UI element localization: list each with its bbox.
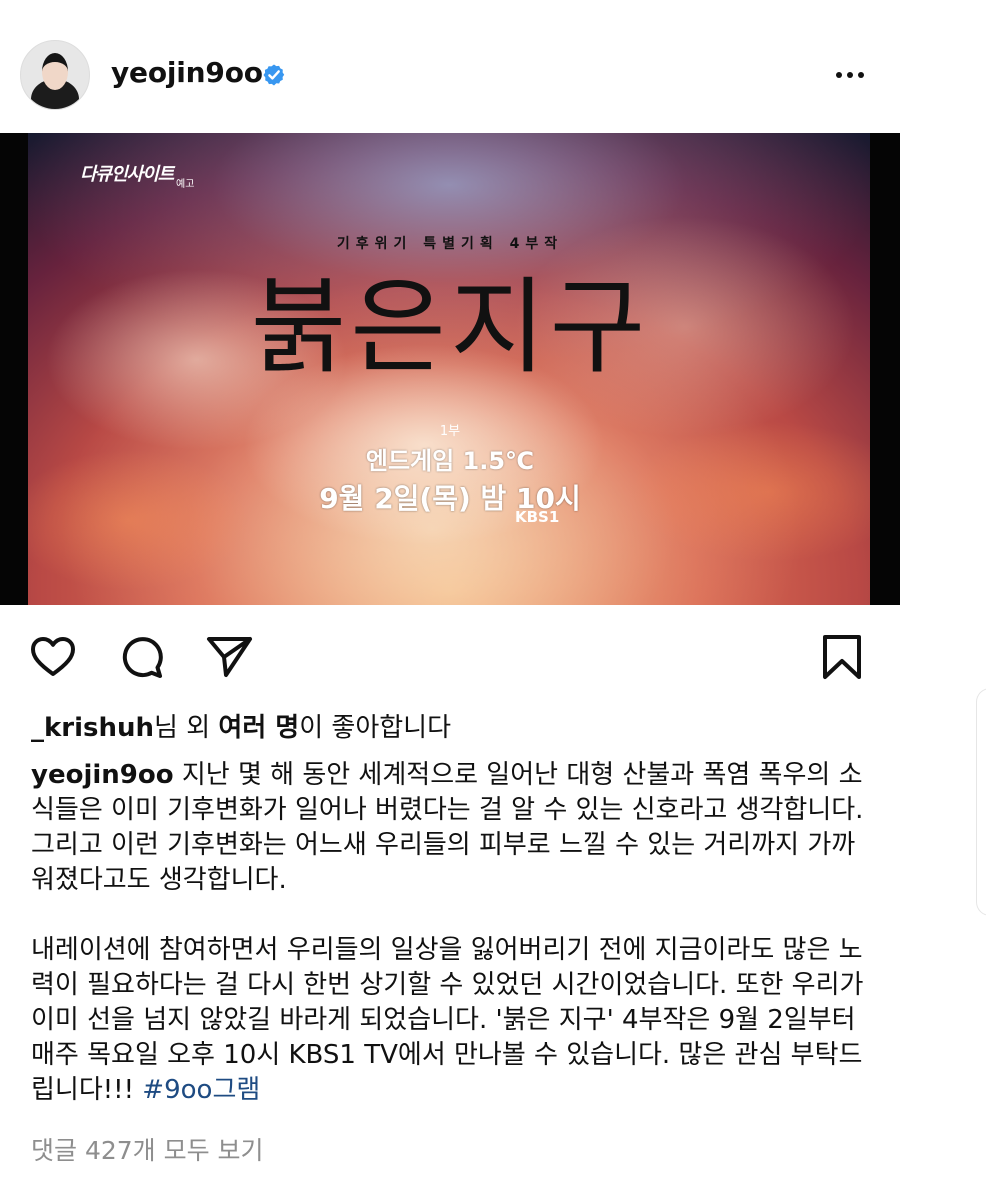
post-caption: yeojin9oo 지난 몇 해 동안 세계적으로 일어난 대형 산불과 폭염 … [31, 758, 876, 1108]
likes-count-text[interactable]: 여러 명 [218, 713, 299, 743]
program-logo-suffix: 예고 [176, 179, 195, 190]
verified-badge-icon [262, 63, 286, 87]
likes-tail-text: 이 좋아합니다 [299, 713, 452, 743]
network-logo: KBS1 [515, 508, 560, 526]
caption-text: 지난 몇 해 동안 세계적으로 일어난 대형 산불과 폭염 폭우의 소식들은 이… [31, 760, 864, 1105]
avatar-head [42, 53, 68, 90]
post-image[interactable]: 다큐인사이트 예고 기후위기 특별기획 4부작 붉은지구 1부 엔드게임 1.5… [0, 133, 900, 605]
likes-summary[interactable]: _krishuh님 외 여러 명이 좋아합니다 [31, 710, 451, 746]
avatar[interactable] [20, 40, 90, 110]
post-actions [0, 630, 900, 688]
save-button[interactable] [815, 630, 869, 684]
bookmark-icon [815, 630, 869, 684]
side-panel-edge [976, 688, 986, 916]
username[interactable]: yeojin9oo [111, 56, 263, 89]
post-header: yeojin9oo [0, 0, 900, 133]
more-options-icon[interactable] [826, 58, 874, 92]
caption-author[interactable]: yeojin9oo [31, 760, 174, 790]
episode-title: 엔드게임 1.5℃ [365, 447, 535, 475]
share-button[interactable] [202, 630, 256, 684]
documentary-title: 붉은지구 [250, 266, 650, 388]
view-comments-link[interactable]: 댓글 427개 모두 보기 [31, 1131, 264, 1167]
episode-number: 1부 [439, 424, 461, 439]
paper-plane-icon [202, 630, 256, 684]
hashtag-link[interactable]: #9oo그램 [142, 1075, 260, 1105]
like-button[interactable] [26, 630, 80, 684]
comment-button[interactable] [114, 630, 168, 684]
special-project-subtitle: 기후위기 특별기획 4부작 [336, 236, 564, 252]
comment-bubble-icon [114, 630, 168, 684]
likes-middle-text: 님 외 [154, 713, 219, 743]
liked-by-user[interactable]: _krishuh [31, 713, 154, 743]
air-time: 9월 2일(목) 밤 10시 [319, 482, 581, 515]
heart-icon [26, 630, 80, 684]
program-logo: 다큐인사이트 [80, 164, 174, 185]
